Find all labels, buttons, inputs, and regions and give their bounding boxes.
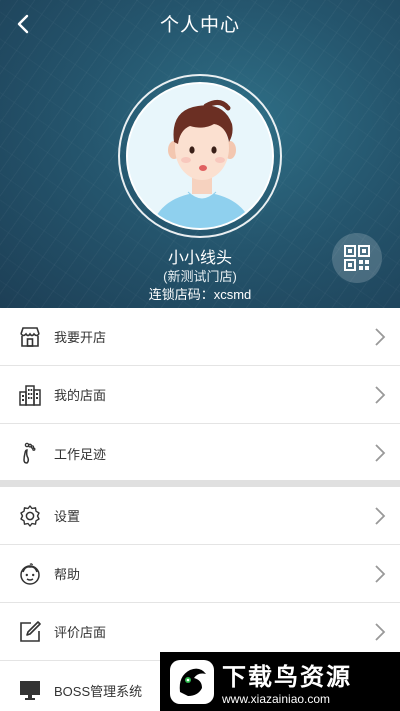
edit-icon — [16, 618, 44, 646]
menu-item-label: 我的店面 — [54, 388, 107, 403]
footprint-icon — [16, 439, 44, 467]
watermark-banner: 下载鸟资源 www.xiazainiao.com — [160, 652, 400, 711]
help-face-icon — [16, 560, 44, 588]
menu-item-label: 工作足迹 — [54, 446, 107, 462]
avatar-ring[interactable] — [118, 74, 282, 238]
menu-item-label: 我要开店 — [54, 330, 107, 345]
chevron-right-icon — [375, 507, 386, 525]
menu-item-work-footprint[interactable]: 工作足迹 — [0, 424, 400, 482]
chevron-right-icon — [375, 386, 386, 404]
menu-item-open-store[interactable]: 我要开店 — [0, 308, 400, 366]
avatar-illustration — [128, 84, 272, 228]
chevron-right-icon — [375, 444, 386, 462]
section-divider — [0, 480, 400, 487]
menu-item-label: 设置 — [54, 509, 81, 524]
chain-code-label: 连锁店码： — [148, 287, 214, 302]
qr-code-icon — [344, 245, 370, 271]
menu-item-label: 评价店面 — [54, 625, 107, 640]
chain-code-value: xcsmd — [213, 287, 252, 302]
menu-item-label: BOSS管理系统 — [54, 683, 143, 699]
menu-item-label: 帮助 — [54, 567, 81, 582]
chevron-right-icon — [375, 623, 386, 641]
qr-code-button[interactable] — [332, 233, 382, 283]
avatar — [126, 82, 274, 230]
chevron-right-icon — [375, 328, 386, 346]
watermark-text: 下载鸟资源 www.xiazainiao.com — [222, 657, 352, 706]
chevron-right-icon — [375, 565, 386, 583]
menu-item-my-stores[interactable]: 我的店面 — [0, 366, 400, 424]
menu-item-help[interactable]: 帮助 — [0, 545, 400, 603]
menu-group-primary: 我要开店 我的店面 工作足迹 — [0, 308, 400, 482]
watermark-url: www.xiazainiao.com — [222, 692, 331, 706]
watermark-brand: 下载鸟资源 — [222, 664, 352, 691]
buildings-icon — [16, 381, 44, 409]
monitor-icon — [16, 676, 44, 704]
page-title: 个人中心 — [159, 15, 240, 36]
menu-item-settings[interactable]: 设置 — [0, 487, 400, 545]
storefront-icon — [16, 323, 44, 351]
chain-code: 连锁店码：xcsmd — [0, 284, 400, 303]
profile-header: 个人中心 小小线头 (新测试门店) 连锁店码：xcsmd — [0, 0, 400, 308]
bird-logo-icon — [170, 659, 214, 704]
gear-icon — [16, 502, 44, 530]
